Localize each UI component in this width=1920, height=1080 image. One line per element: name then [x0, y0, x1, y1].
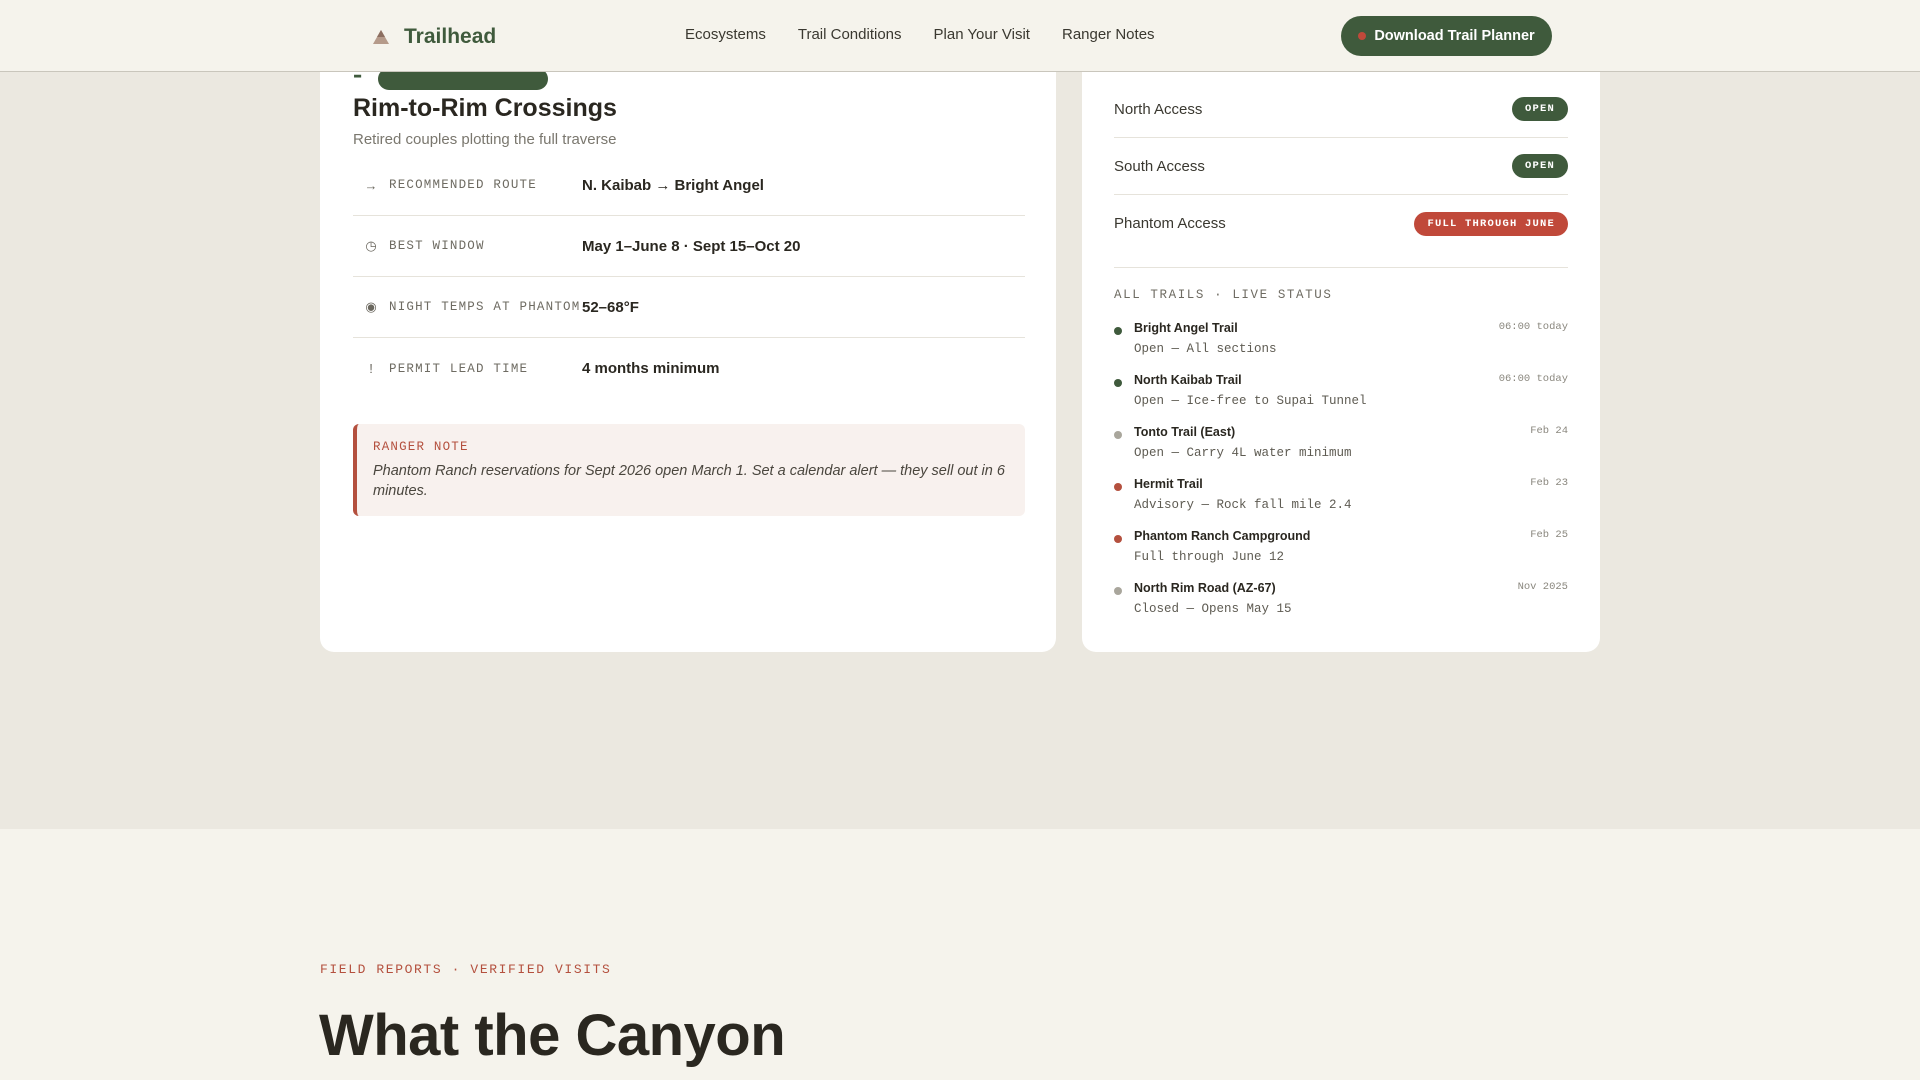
section-eyebrow: FIELD REPORTS · VERIFIED VISITS: [320, 962, 612, 977]
mountain-icon: [373, 30, 389, 44]
info-label: NIGHT TEMPS AT PHANTOM: [389, 300, 581, 314]
trails-heading: ALL TRAILS · LIVE STATUS: [1114, 288, 1333, 302]
visitor-profile-card: ▬ Rim-to-Rim Crossings Retired couples p…: [320, 20, 1056, 652]
trail-name: Phantom Ranch Campground: [1134, 529, 1311, 543]
nav-plan-your-visit[interactable]: Plan Your Visit: [934, 26, 1030, 43]
info-label: BEST WINDOW: [389, 239, 485, 253]
access-row-south: South Access OPEN: [1114, 138, 1568, 195]
clock-icon: ◷: [365, 238, 377, 253]
brand-name: Trailhead: [404, 25, 497, 48]
status-badge: OPEN: [1511, 154, 1568, 178]
access-name: South Access: [1114, 157, 1205, 175]
status-dot-icon: [1114, 483, 1122, 491]
thermometer-icon: ◉: [365, 299, 377, 314]
status-dot-icon: [1114, 327, 1122, 335]
trail-timestamp: 06:00 today: [1498, 373, 1568, 385]
card-subtitle: Retired couples plotting the full traver…: [353, 131, 617, 148]
info-value: May 1–June 8 · Sept 15–Oct 20: [582, 237, 801, 255]
cta-label: Download Trail Planner: [1374, 28, 1535, 44]
ranger-note-label: RANGER NOTE: [373, 440, 469, 454]
info-row-route: → RECOMMENDED ROUTE N. Kaibab → Bright A…: [353, 155, 1025, 216]
card-title: Rim-to-Rim Crossings: [353, 94, 617, 122]
field-reports-section: FIELD REPORTS · VERIFIED VISITS What the…: [0, 829, 1920, 1080]
nav-ecosystems[interactable]: Ecosystems: [685, 26, 766, 43]
trail-status: Closed — Opens May 15: [1134, 602, 1292, 616]
brand-logo[interactable]: Trailhead: [372, 22, 496, 52]
ranger-note: RANGER NOTE Phantom Ranch reservations f…: [353, 424, 1025, 516]
trail-name: Bright Angel Trail: [1134, 321, 1238, 335]
trail-status-card: North Access OPEN South Access OPEN Phan…: [1082, 20, 1600, 652]
status-badge: FULL THROUGH JUNE: [1414, 211, 1568, 236]
trail-timestamp: 06:00 today: [1498, 321, 1568, 333]
nav-trail-conditions[interactable]: Trail Conditions: [798, 26, 902, 43]
trail-timestamp: Feb 24: [1530, 425, 1568, 437]
access-row-phantom: Phantom Access FULL THROUGH JUNE: [1114, 195, 1568, 252]
trail-item[interactable]: Phantom Ranch Campground Full through Ju…: [1114, 529, 1568, 581]
access-row-north: North Access OPEN: [1114, 81, 1568, 138]
arrow-right-icon: →: [364, 177, 378, 193]
section-title: What the Canyon: [319, 1003, 786, 1068]
main-nav: Ecosystems Trail Conditions Plan Your Vi…: [685, 26, 1155, 43]
trail-item[interactable]: Tonto Trail (East) Open — Carry 4L water…: [1114, 425, 1568, 477]
access-name: Phantom Access: [1114, 215, 1226, 232]
trail-item[interactable]: North Kaibab Trail Open — Ice-free to Su…: [1114, 373, 1568, 425]
download-trail-planner-button[interactable]: Download Trail Planner: [1341, 16, 1552, 56]
status-dot-icon: [1114, 379, 1122, 387]
divider: [1114, 267, 1568, 268]
site-header: Trailhead Ecosystems Trail Conditions Pl…: [0, 0, 1920, 72]
trail-name: North Kaibab Trail: [1134, 373, 1242, 387]
trail-item[interactable]: North Rim Road (AZ-67) Closed — Opens Ma…: [1114, 581, 1568, 633]
ranger-note-text: Phantom Ranch reservations for Sept 2026…: [373, 463, 1005, 499]
trail-timestamp: Feb 23: [1530, 477, 1568, 489]
access-name: North Access: [1114, 100, 1203, 118]
trail-status: Open — Carry 4L water minimum: [1134, 446, 1352, 460]
trail-name: North Rim Road (AZ-67): [1134, 581, 1276, 595]
info-value: 4 months minimum: [582, 360, 720, 377]
trail-timestamp: Feb 25: [1530, 529, 1568, 541]
trail-status: Full through June 12: [1134, 550, 1285, 564]
info-row-temps: ◉ NIGHT TEMPS AT PHANTOM 52–68°F: [353, 277, 1025, 338]
info-value: 52–68°F: [582, 298, 639, 316]
status-dot-icon: [1114, 587, 1122, 595]
status-dot-icon: [1358, 32, 1367, 40]
trail-timestamp: Nov 2025: [1517, 581, 1568, 593]
trail-item[interactable]: Bright Angel Trail Open — All sections 0…: [1114, 321, 1568, 373]
trail-name: Tonto Trail (East): [1134, 425, 1236, 439]
nav-ranger-notes[interactable]: Ranger Notes: [1062, 26, 1155, 43]
trail-status: Open — All sections: [1134, 342, 1277, 356]
status-dot-icon: [1114, 535, 1122, 543]
status-badge: OPEN: [1511, 97, 1568, 121]
status-dot-icon: [1114, 431, 1122, 439]
info-label: RECOMMENDED ROUTE: [389, 178, 537, 192]
alert-icon: !: [369, 361, 373, 376]
info-row-permit: ! PERMIT LEAD TIME 4 months minimum: [353, 338, 1025, 399]
info-row-window: ◷ BEST WINDOW May 1–June 8 · Sept 15–Oct…: [353, 216, 1025, 277]
info-label: PERMIT LEAD TIME: [389, 361, 529, 376]
info-value: N. Kaibab → Bright Angel: [582, 176, 764, 194]
trail-name: Hermit Trail: [1134, 477, 1203, 491]
trail-status: Open — Ice-free to Supai Tunnel: [1134, 394, 1367, 408]
trail-status: Advisory — Rock fall mile 2.4: [1134, 498, 1352, 512]
trail-item[interactable]: Hermit Trail Advisory — Rock fall mile 2…: [1114, 477, 1568, 529]
